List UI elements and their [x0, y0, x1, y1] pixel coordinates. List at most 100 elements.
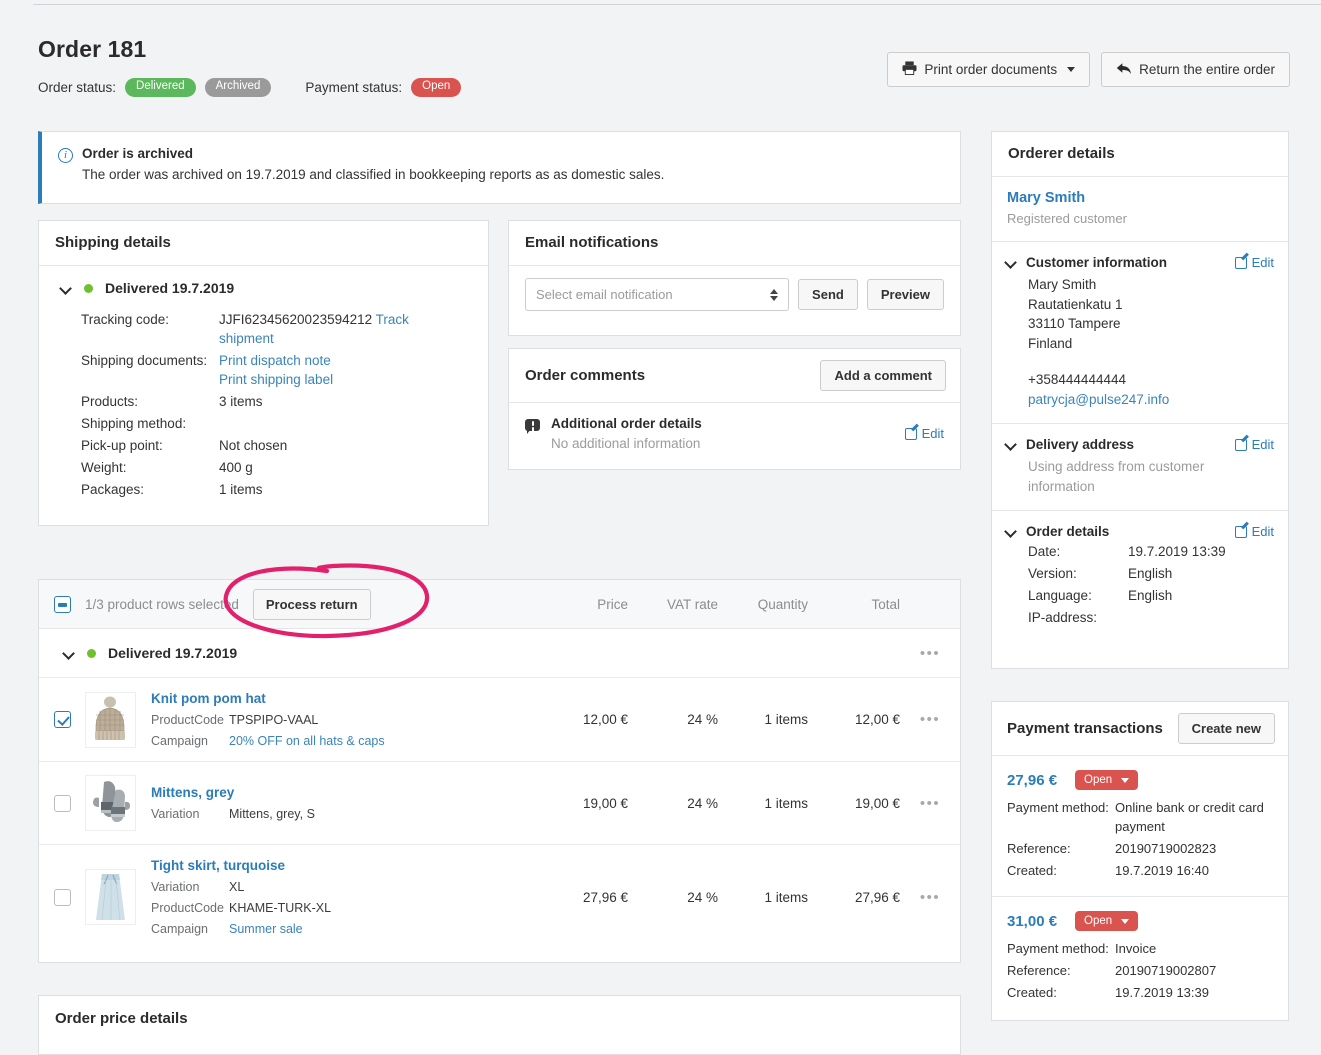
edit-order-details-link[interactable]: Edit [1234, 524, 1274, 539]
payment-amount[interactable]: 27,96 € [1007, 772, 1057, 789]
campaign-link[interactable]: Summer sale [229, 922, 303, 936]
edit-comment-link[interactable]: Edit [904, 416, 944, 451]
tracking-code-value: JJFI62345620023594212 [219, 312, 373, 327]
preview-email-button[interactable]: Preview [866, 279, 944, 310]
payment-transactions-header: Payment transactions Create new [992, 702, 1288, 756]
print-dispatch-note-link[interactable]: Print dispatch note [219, 351, 333, 370]
shipping-field-products: Products: 3 items [81, 392, 472, 411]
attribute-label: Variation [151, 807, 200, 821]
row-menu-icon[interactable]: ••• [900, 796, 960, 811]
return-entire-order-label: Return the entire order [1139, 62, 1275, 77]
row-checkbox[interactable] [53, 794, 71, 812]
product-group-label: Delivered 19.7.2019 [108, 645, 238, 661]
attribute-value: Mittens, grey, S [229, 807, 315, 821]
add-comment-button[interactable]: Add a comment [820, 360, 946, 391]
chevron-down-icon [1067, 67, 1076, 72]
product-name-link[interactable]: Knit pom pom hat [151, 691, 266, 706]
row-quantity: 1 items [764, 712, 808, 727]
field-value: 20190719002823 [1115, 841, 1217, 856]
product-name-link[interactable]: Tight skirt, turquoise [151, 858, 285, 873]
field-label: Created: [1007, 863, 1057, 878]
field-value: 1 items [219, 482, 263, 497]
payment-status-dropdown[interactable]: Open [1075, 911, 1139, 931]
return-entire-order-button[interactable]: Return the entire order [1101, 52, 1290, 87]
row-checkbox[interactable] [53, 711, 71, 728]
customer-line: Rautatienkatu 1 [1028, 296, 1123, 312]
select-arrows-icon [770, 288, 779, 301]
email-notifications-header: Email notifications [509, 221, 960, 266]
chevron-down-icon[interactable] [1006, 257, 1017, 268]
process-return-button[interactable]: Process return [252, 588, 371, 620]
email-notifications-card: Email notifications Select email notific… [508, 220, 961, 336]
payment-transaction-item: 31,00 € Open Payment method: Invoice Ref… [992, 896, 1288, 1018]
customer-email-link[interactable]: patrycja@pulse247.info [1028, 392, 1169, 407]
send-email-button[interactable]: Send [798, 279, 858, 310]
campaign-link[interactable]: 20% OFF on all hats & caps [229, 734, 385, 748]
field-value: Online bank or credit card payment [1115, 800, 1264, 834]
chevron-down-icon[interactable] [1006, 526, 1017, 537]
edit-customer-information-link[interactable]: Edit [1234, 255, 1274, 270]
field-value: Invoice [1115, 941, 1157, 956]
order-details-toggle[interactable]: Order details [1006, 524, 1109, 539]
orderer-details-header: Orderer details [992, 132, 1288, 177]
payment-field: Reference: 20190719002823 [1007, 839, 1273, 858]
field-label: Language: [1028, 588, 1092, 603]
product-thumbnail [85, 775, 136, 831]
field-label: Tracking code: [81, 312, 170, 327]
attribute-label: ProductCode [151, 713, 224, 727]
select-all-checkbox[interactable] [53, 595, 71, 613]
shipment-status-row[interactable]: Delivered 19.7.2019 [61, 280, 472, 296]
payment-amount[interactable]: 31,00 € [1007, 913, 1057, 930]
payment-status-dropdown[interactable]: Open [1075, 770, 1139, 790]
row-menu-icon[interactable]: ••• [900, 890, 960, 905]
field-label: Date: [1028, 544, 1061, 559]
field-label: Shipping method: [81, 416, 187, 431]
edit-comment-label: Edit [921, 426, 944, 441]
order-detail-row: Date: 19.7.2019 13:39 [1028, 541, 1274, 563]
row-vat-rate: 24 % [687, 712, 718, 727]
delivery-address-toggle[interactable]: Delivery address [1006, 437, 1134, 452]
customer-information-section: Customer information Edit Mary Smith Rau… [992, 241, 1288, 423]
table-row: Tight skirt, turquoise Variation XL Prod… [39, 845, 960, 949]
chevron-down-icon[interactable] [64, 648, 75, 659]
customer-information-toggle[interactable]: Customer information [1006, 255, 1167, 270]
field-value: 19.7.2019 13:39 [1128, 544, 1226, 559]
group-row-menu-icon[interactable]: ••• [900, 646, 960, 661]
edit-label: Edit [1251, 524, 1274, 539]
row-checkbox[interactable] [53, 888, 71, 906]
column-header-vat-rate: VAT rate [666, 596, 718, 612]
chevron-down-icon[interactable] [61, 283, 72, 294]
field-label: Created: [1007, 985, 1057, 1000]
field-label: Shipping documents: [81, 353, 208, 368]
field-label: Weight: [81, 460, 127, 475]
shipping-field-tracking-code: Tracking code: JJFI62345620023594212 Tra… [81, 310, 472, 348]
customer-line: Finland [1028, 335, 1073, 351]
chevron-down-icon[interactable] [1006, 439, 1017, 450]
field-label: Products: [81, 394, 139, 409]
product-table-header: 1/3 product rows selected Process return… [39, 580, 960, 629]
customer-type: Registered customer [1007, 211, 1127, 226]
order-details-title: Order details [1026, 524, 1110, 539]
archived-alert: i Order is archived The order was archiv… [38, 131, 961, 204]
table-row: Mittens, grey Variation Mittens, grey, S… [39, 762, 960, 845]
product-name-link[interactable]: Mittens, grey [151, 785, 234, 800]
chevron-down-icon [1121, 777, 1130, 783]
field-value: English [1128, 566, 1173, 581]
order-comments-header: Order comments Add a comment [509, 349, 960, 403]
print-order-documents-button[interactable]: Print order documents [887, 52, 1091, 87]
payment-status-label: Open [1084, 774, 1113, 786]
print-shipping-label-link[interactable]: Print shipping label [219, 370, 333, 389]
comment-title: Additional order details [551, 416, 702, 431]
edit-delivery-address-link[interactable]: Edit [1234, 437, 1274, 452]
row-quantity: 1 items [764, 889, 808, 905]
payment-field: Created: 19.7.2019 13:39 [1007, 983, 1273, 1002]
product-group-row[interactable]: Delivered 19.7.2019 ••• [39, 629, 960, 678]
email-notification-select[interactable]: Select email notification [525, 278, 790, 311]
print-order-documents-label: Print order documents [924, 62, 1058, 77]
product-thumbnail [85, 869, 136, 925]
row-menu-icon[interactable]: ••• [900, 712, 960, 727]
order-detail-row: Language: English [1028, 585, 1274, 607]
create-new-payment-button[interactable]: Create new [1177, 713, 1275, 744]
row-price: 19,00 € [582, 795, 628, 811]
customer-name-link[interactable]: Mary Smith [1007, 190, 1273, 206]
